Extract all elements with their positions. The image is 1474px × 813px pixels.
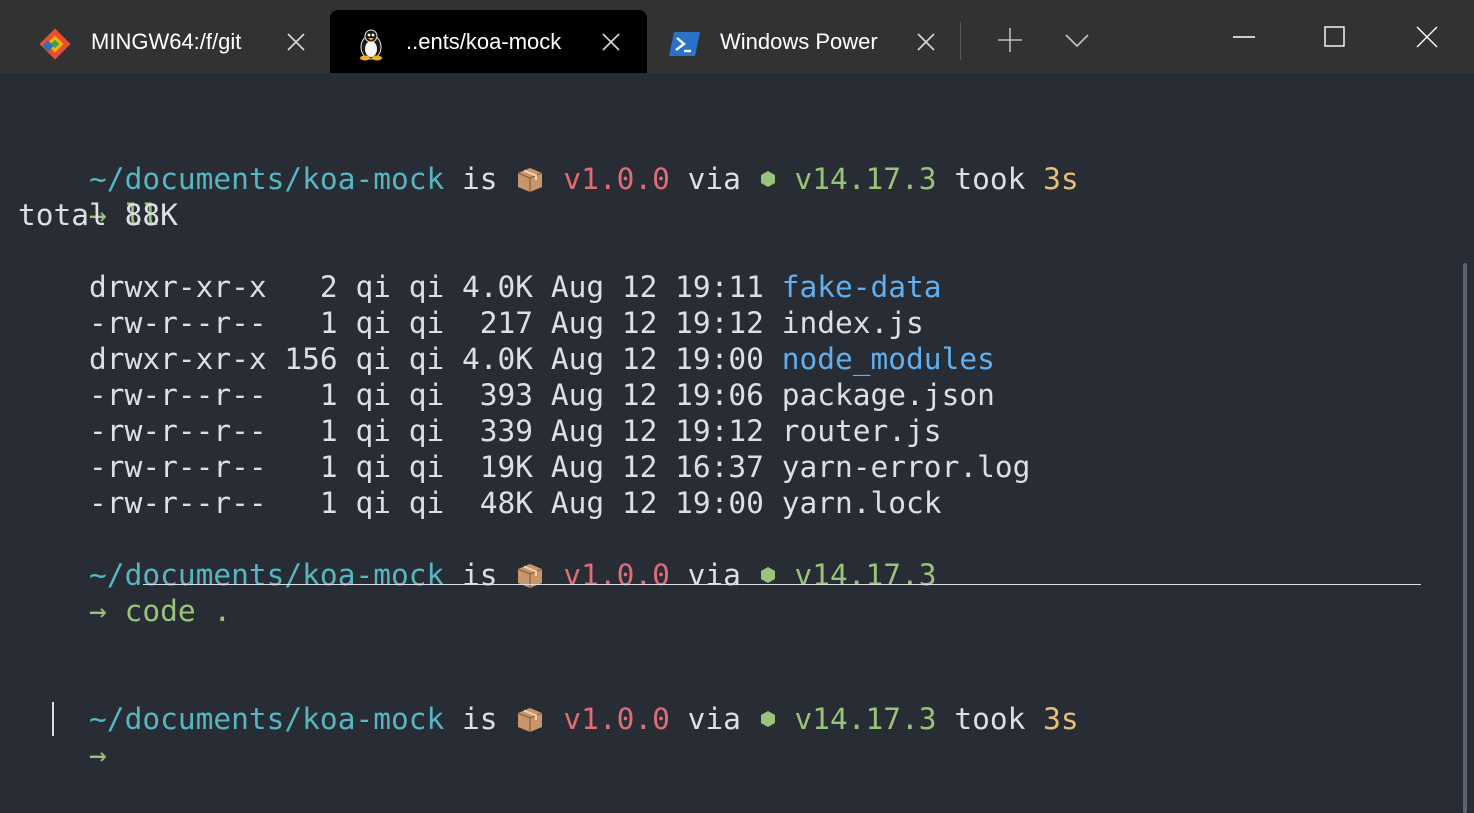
file-meta: -rw-r--r-- 1 qi qi 48K Aug 12 19:00	[89, 486, 782, 520]
prompt-line: ~/documents/koa-mock is v1.0.0 via v14.1…	[18, 521, 937, 592]
close-icon[interactable]	[285, 31, 307, 53]
node-hexagon-icon	[759, 701, 777, 727]
minimize-button[interactable]	[1231, 24, 1257, 50]
tab-dropdown-button[interactable]	[1064, 29, 1090, 55]
node-version: v14.17.3	[794, 162, 937, 196]
text-cursor	[52, 702, 54, 736]
command-text: code .	[124, 594, 232, 628]
prompt-arrow: →	[89, 738, 107, 772]
command-line: →	[18, 701, 107, 772]
listing-row: -rw-r--r-- 1 qi qi 19K Aug 12 16:37 yarn…	[18, 413, 1030, 484]
linux-penguin-icon	[354, 27, 388, 61]
node-version: v14.17.3	[794, 702, 937, 736]
command-duration: 3s	[1043, 162, 1079, 196]
terminal-pane[interactable]: ~/documents/koa-mock is v1.0.0 via v14.1…	[0, 73, 1474, 813]
prompt-is: is	[444, 558, 516, 592]
prompt-line: ~/documents/koa-mock is v1.0.0 via v14.1…	[18, 665, 1079, 736]
prompt-took: took	[936, 162, 1044, 196]
scrollbar[interactable]	[1463, 263, 1467, 813]
powershell-icon	[668, 27, 702, 61]
close-icon[interactable]	[600, 31, 622, 53]
tab-title: Windows Power	[720, 29, 878, 54]
listing-row: -rw-r--r-- 1 qi qi 393 Aug 12 19:06 pack…	[18, 341, 995, 412]
close-window-button[interactable]	[1414, 24, 1440, 50]
tab-title: ..ents/koa-mock	[406, 29, 562, 54]
package-version: v1.0.0	[563, 558, 670, 592]
prompt-is: is	[444, 162, 516, 196]
plus-icon	[998, 28, 1022, 52]
tab-windows-powershell[interactable]: Windows Power	[652, 10, 952, 73]
listing-row: -rw-r--r-- 1 qi qi 48K Aug 12 19:00 yarn…	[18, 449, 942, 520]
prompt-is: is	[444, 702, 516, 736]
title-bar: MINGW64:/f/git ..ents/koa-mock Windows P…	[0, 0, 1474, 73]
listing-row: -rw-r--r-- 1 qi qi 339 Aug 12 19:12 rout…	[18, 377, 942, 448]
minimize-icon	[1233, 36, 1255, 38]
package-box-icon	[515, 164, 545, 194]
listing-row: drwxr-xr-x 156 qi qi 4.0K Aug 12 19:00 n…	[18, 305, 995, 376]
tab-title: MINGW64:/f/git	[91, 29, 242, 54]
prompt-via: via	[669, 162, 759, 196]
command-line: → ll	[18, 161, 160, 232]
tab-mingw64[interactable]: MINGW64:/f/git	[24, 10, 324, 73]
prompt-arrow: →	[89, 594, 107, 628]
package-version: v1.0.0	[563, 702, 670, 736]
prompt-via: via	[669, 702, 759, 736]
package-box-icon	[515, 704, 545, 734]
tab-separator	[960, 22, 961, 60]
command-underline	[143, 584, 1421, 585]
package-box-icon	[515, 560, 545, 590]
listing-total: total 88K	[18, 198, 178, 232]
command-duration: 3s	[1043, 702, 1079, 736]
node-version: v14.17.3	[794, 558, 937, 592]
new-tab-button[interactable]	[997, 27, 1023, 53]
node-hexagon-icon	[759, 161, 777, 187]
prompt-via: via	[669, 558, 759, 592]
maximize-button[interactable]	[1322, 24, 1348, 50]
git-bash-icon	[38, 27, 72, 61]
close-icon	[1416, 26, 1438, 48]
command-line: → code .	[18, 557, 231, 628]
file-name: yarn.lock	[781, 486, 942, 520]
prompt-took: took	[936, 702, 1044, 736]
listing-row: -rw-r--r-- 1 qi qi 217 Aug 12 19:12 inde…	[18, 269, 924, 340]
package-version: v1.0.0	[563, 162, 670, 196]
maximize-icon	[1324, 26, 1345, 47]
node-hexagon-icon	[759, 557, 777, 583]
prompt-path: ~/documents/koa-mock	[89, 702, 445, 736]
close-icon[interactable]	[915, 31, 937, 53]
chevron-down-icon	[1065, 34, 1089, 48]
listing-row: drwxr-xr-x 2 qi qi 4.0K Aug 12 19:11 fak…	[18, 233, 942, 304]
tab-koa-mock[interactable]: ..ents/koa-mock	[330, 10, 647, 73]
prompt-line: ~/documents/koa-mock is v1.0.0 via v14.1…	[18, 125, 1079, 196]
